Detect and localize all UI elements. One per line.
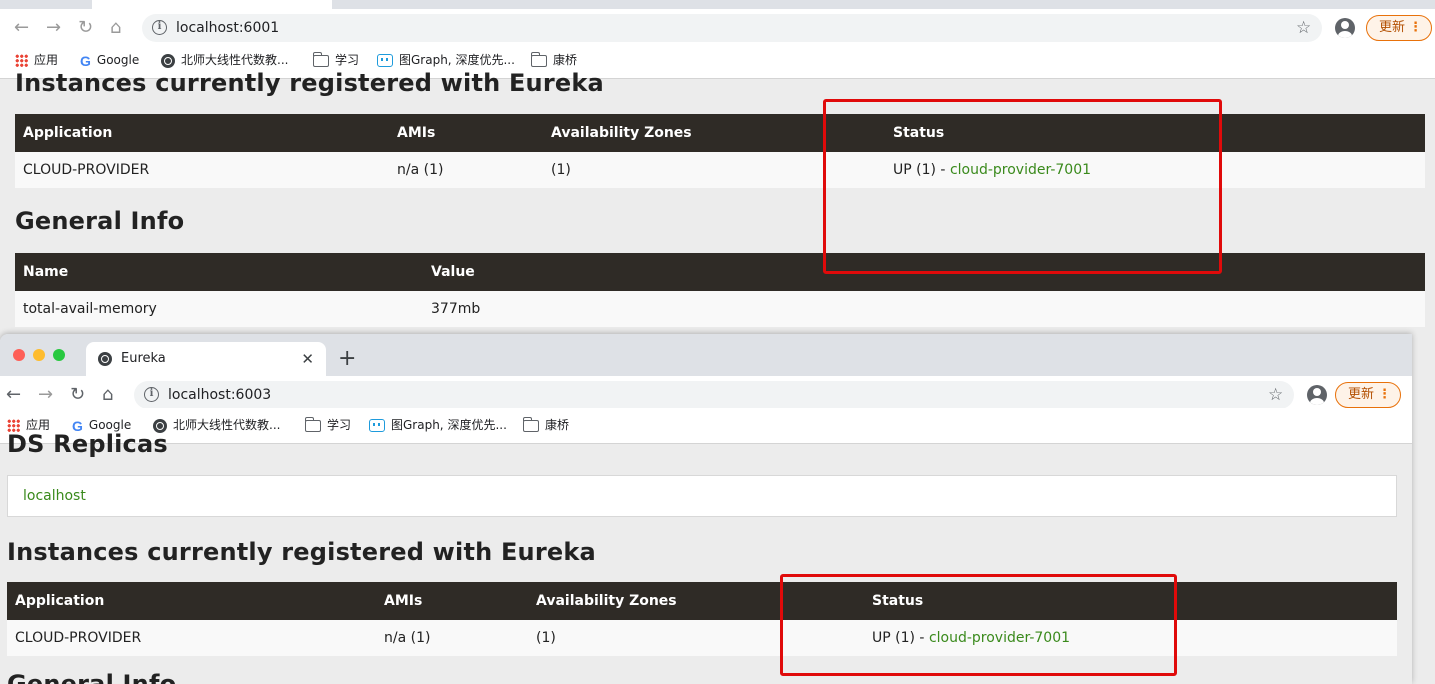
bookmark-linear-algebra[interactable]: 北师大线性代数教...	[153, 408, 280, 442]
highlight-box	[823, 99, 1222, 274]
col-application: Application	[15, 593, 105, 609]
tab-eureka[interactable]: Eureka ✕	[86, 342, 326, 376]
bookmarks-bar: 应用 G Google 北师大线性代数教... 学习 图Graph, 深度优先..…	[0, 408, 1412, 444]
cell-amis: n/a (1)	[384, 630, 431, 646]
table-row: total-avail-memory 377mb	[15, 291, 1425, 327]
cell-value: 377mb	[431, 301, 481, 317]
close-tab-icon[interactable]: ✕	[301, 342, 314, 376]
new-tab-icon[interactable]: +	[338, 342, 356, 376]
menu-dots-icon: ⋮	[1409, 20, 1423, 35]
general-info-heading: General Info	[7, 670, 177, 684]
cell-amis: n/a (1)	[397, 162, 444, 178]
folder-icon	[522, 416, 539, 432]
col-application: Application	[23, 125, 113, 141]
tab-strip: Eureka ✕ +	[0, 334, 1412, 376]
menu-dots-icon: ⋮	[1378, 387, 1392, 402]
ds-replicas-heading: DS Replicas	[7, 430, 168, 458]
bilibili-icon	[377, 54, 393, 67]
col-zones: Availability Zones	[551, 125, 692, 141]
bookmark-graph[interactable]: 图Graph, 深度优先...	[369, 408, 507, 442]
highlight-box	[780, 574, 1177, 676]
back-tab-strip	[0, 0, 1435, 9]
update-button[interactable]: 更新 ⋮	[1335, 382, 1402, 408]
bookmark-star-icon[interactable]: ☆	[1296, 9, 1311, 47]
col-amis: AMIs	[384, 593, 423, 609]
close-window-icon[interactable]	[13, 349, 25, 361]
front-page-content: DS Replicas localhost Instances currentl…	[0, 430, 1412, 684]
instances-heading: Instances currently registered with Eure…	[7, 538, 596, 566]
cell-name: total-avail-memory	[23, 301, 157, 317]
col-name: Name	[23, 264, 69, 280]
forward-arrow-icon[interactable]: →	[46, 9, 61, 47]
back-toolbar: ← → ↻ ⌂ i localhost:6001 ☆ 更新 ⋮	[0, 9, 1435, 47]
cell-zones: (1)	[551, 162, 571, 178]
url-text: localhost:6003	[168, 387, 272, 403]
zoom-window-icon[interactable]	[53, 349, 65, 361]
instances-heading: Instances currently registered with Eure…	[15, 69, 604, 97]
folder-icon	[530, 51, 547, 67]
address-bar[interactable]: i localhost:6003	[134, 381, 1294, 409]
table-row: CLOUD-PROVIDER n/a (1) (1) UP (1) - clou…	[7, 620, 1397, 656]
back-arrow-icon[interactable]: ←	[14, 9, 29, 47]
globe-icon	[98, 352, 112, 366]
cell-zones: (1)	[536, 630, 556, 646]
back-active-tab[interactable]	[92, 0, 332, 9]
update-label: 更新	[1348, 387, 1375, 402]
bookmark-kangqiao-folder[interactable]: 康桥	[522, 408, 569, 442]
info-icon[interactable]: i	[152, 20, 167, 35]
update-button[interactable]: 更新 ⋮	[1366, 15, 1433, 41]
tab-title: Eureka	[121, 351, 166, 366]
replica-list: localhost	[7, 475, 1397, 517]
globe-icon	[161, 53, 175, 68]
minimize-window-icon[interactable]	[33, 349, 45, 361]
col-value: Value	[431, 264, 475, 280]
folder-icon	[304, 416, 321, 432]
cell-application: CLOUD-PROVIDER	[23, 162, 150, 178]
folder-icon	[312, 51, 329, 67]
address-bar[interactable]: i localhost:6001	[142, 14, 1322, 42]
update-label: 更新	[1379, 20, 1406, 35]
general-info-heading: General Info	[15, 207, 185, 235]
bilibili-icon	[369, 419, 385, 432]
home-icon[interactable]: ⌂	[110, 9, 121, 47]
apps-grid-icon	[15, 54, 28, 67]
instances-table-header: Application AMIs Availability Zones Stat…	[7, 582, 1397, 620]
info-icon[interactable]: i	[144, 387, 159, 402]
col-amis: AMIs	[397, 125, 436, 141]
cell-application: CLOUD-PROVIDER	[15, 630, 142, 646]
bookmark-study-folder[interactable]: 学习	[304, 408, 351, 442]
reload-icon[interactable]: ↻	[78, 9, 93, 47]
replica-link[interactable]: localhost	[23, 476, 86, 516]
col-zones: Availability Zones	[536, 593, 677, 609]
url-text: localhost:6001	[176, 20, 280, 36]
profile-avatar-icon[interactable]	[1307, 385, 1327, 405]
profile-avatar-icon[interactable]	[1335, 18, 1355, 38]
front-browser-window: Eureka ✕ + ← → ↻ ⌂ i localhost:6003 ☆ 更新…	[0, 334, 1412, 684]
